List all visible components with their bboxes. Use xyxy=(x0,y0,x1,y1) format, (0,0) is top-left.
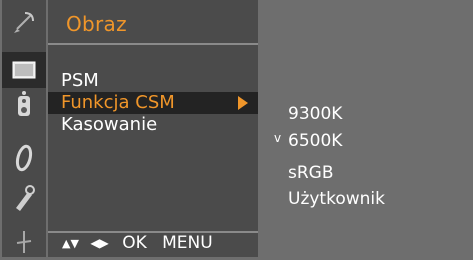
category-icon-column xyxy=(2,0,46,257)
menu-item-label: Funkcja CSM xyxy=(61,92,175,113)
osd-menu: Obraz PSM Funkcja CSM Kasowanie ▲▼ ◀▶ OK… xyxy=(0,0,473,257)
header-divider xyxy=(48,43,258,45)
picture-icon[interactable] xyxy=(2,52,46,88)
submenu-item-6500k[interactable]: 6500K xyxy=(288,129,342,153)
satellite-icon[interactable] xyxy=(2,4,46,40)
up-down-arrows-icon: ▲▼ xyxy=(62,236,79,250)
menu-item-psm[interactable]: PSM xyxy=(48,70,258,92)
menu-item-kasowanie[interactable]: Kasowanie xyxy=(48,114,258,136)
setup-icon[interactable] xyxy=(2,224,46,260)
menu-title: Obraz xyxy=(66,12,127,36)
check-mark-icon: v xyxy=(274,131,282,145)
submenu-item-srgb[interactable]: sRGB xyxy=(288,161,334,185)
submenu-item-uzytkownik[interactable]: Użytkownik xyxy=(288,187,385,211)
footer-hint: ▲▼ ◀▶ OK MENU xyxy=(62,233,213,255)
picture-menu-panel: Obraz PSM Funkcja CSM Kasowanie ▲▼ ◀▶ OK… xyxy=(48,0,258,257)
menu-item-funkcja-csm[interactable]: Funkcja CSM xyxy=(48,92,258,114)
time-icon[interactable] xyxy=(2,140,46,176)
submenu-arrow-icon xyxy=(238,96,248,110)
menu-hint: MENU xyxy=(162,233,213,253)
menu-item-label: Kasowanie xyxy=(61,114,158,135)
menu-item-label: PSM xyxy=(61,70,99,91)
left-right-arrows-icon: ◀▶ xyxy=(90,236,109,250)
option-icon[interactable] xyxy=(2,180,46,216)
menu-header: Obraz xyxy=(48,0,258,43)
ok-hint: OK xyxy=(122,233,147,253)
submenu-item-9300k[interactable]: 9300K xyxy=(288,102,342,126)
audio-icon[interactable] xyxy=(2,86,46,122)
